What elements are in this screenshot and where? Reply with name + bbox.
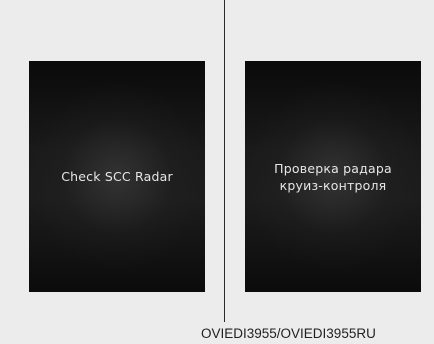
cluster-display-russian: Проверка радара круиз-контроля bbox=[245, 61, 421, 292]
divider-line bbox=[224, 0, 225, 322]
image-code-caption: OVIEDI3955/OVIEDI3955RU bbox=[201, 326, 376, 341]
warning-message-russian: Проверка радара круиз-контроля bbox=[274, 160, 392, 193]
cluster-display-english: Check SCC Radar bbox=[29, 61, 205, 292]
warning-message-english: Check SCC Radar bbox=[61, 169, 173, 184]
